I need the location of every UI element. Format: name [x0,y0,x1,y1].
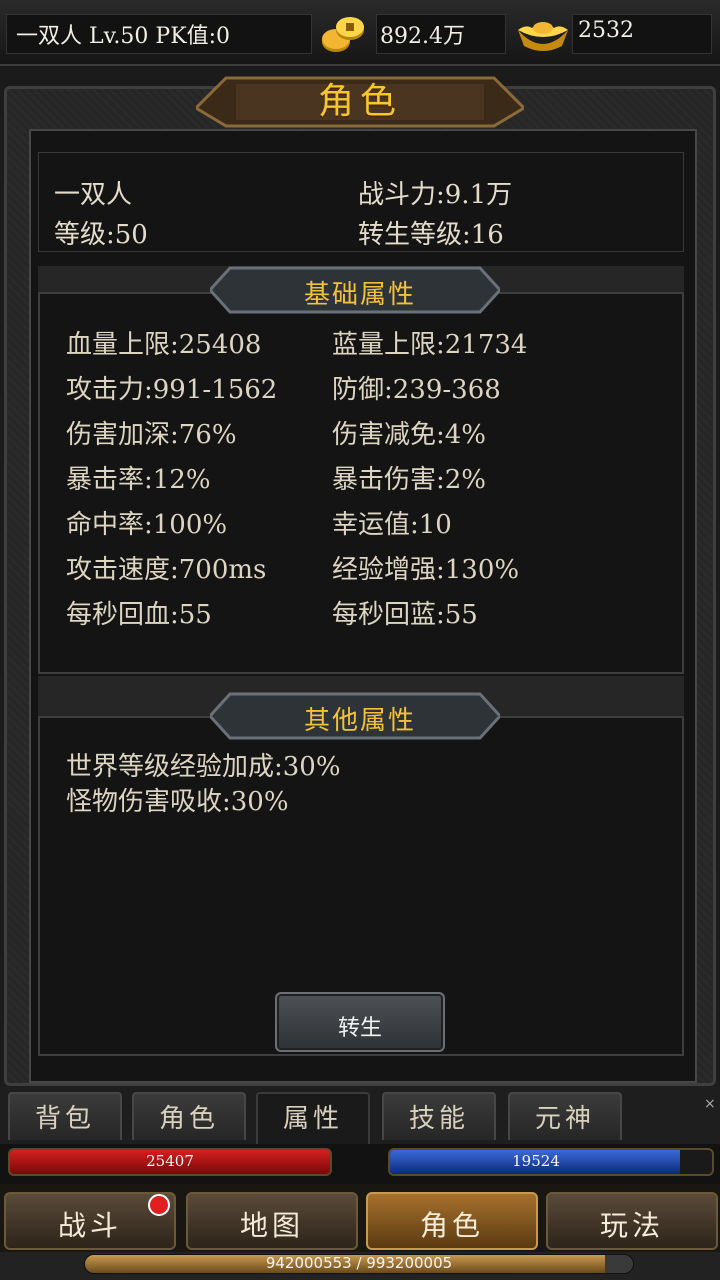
combat-power: 战斗力:9.1万 [358,180,513,210]
nav-map-label: 地图 [239,1209,304,1242]
stat-exp-boost: 经验增强:130% [332,555,520,585]
gold-ingot-icon [518,22,568,51]
character-level: 等级:50 [54,220,148,250]
close-icon[interactable]: × [704,1096,716,1112]
stat-mp-regen: 每秒回蓝:55 [332,600,478,630]
stat-damage-bonus: 伤害加深:76% [66,420,237,450]
panel-title: 角色 [317,81,402,122]
gold-coin-icon [322,17,364,52]
other-attributes-title: 其他属性 [303,706,416,736]
stat-world-level-exp: 世界等级经验加成:30% [66,752,341,782]
rebirth-button-label: 转生 [337,1016,382,1041]
stat-max-hp: 血量上限:25408 [66,330,262,360]
tab-character-label: 角色 [158,1104,219,1134]
stat-luck: 幸运值:10 [332,510,452,540]
player-info: 一双人 Lv.50 PK值:0 [16,24,231,49]
stat-monster-damage-absorb: 怪物伤害吸收:30% [66,787,289,817]
basic-attributes-title: 基础属性 [303,280,416,310]
tab-bag-label: 背包 [34,1104,95,1134]
character-name: 一双人 [54,180,133,210]
exp-text: 942000553 / 993200005 [265,1254,453,1272]
stat-defense: 防御:239-368 [332,375,501,405]
stat-crit-damage: 暴击伤害:2% [332,465,487,495]
nav-character-label: 角色 [419,1209,484,1242]
mp-value: 19524 [512,1152,560,1170]
stat-hit-rate: 命中率:100% [66,510,228,540]
stat-crit-rate: 暴击率:12% [66,465,211,495]
rebirth-level: 转生等级:16 [358,220,504,250]
stat-attack: 攻击力:991-1562 [66,375,278,405]
tab-attributes-label: 属性 [282,1104,343,1134]
nav-gameplay-label: 玩法 [599,1209,664,1242]
tab-skills-label: 技能 [408,1104,469,1134]
notification-dot [148,1194,170,1216]
gold-amount: 892.4万 [380,24,465,49]
stat-max-mp: 蓝量上限:21734 [332,330,528,360]
stat-hp-regen: 每秒回血:55 [66,600,212,630]
stat-damage-reduction: 伤害减免:4% [332,420,487,450]
tab-spirit-label: 元神 [534,1104,595,1134]
hp-value: 25407 [146,1152,194,1170]
ingot-amount: 2532 [578,18,634,43]
stat-attack-speed: 攻击速度:700ms [66,555,267,585]
